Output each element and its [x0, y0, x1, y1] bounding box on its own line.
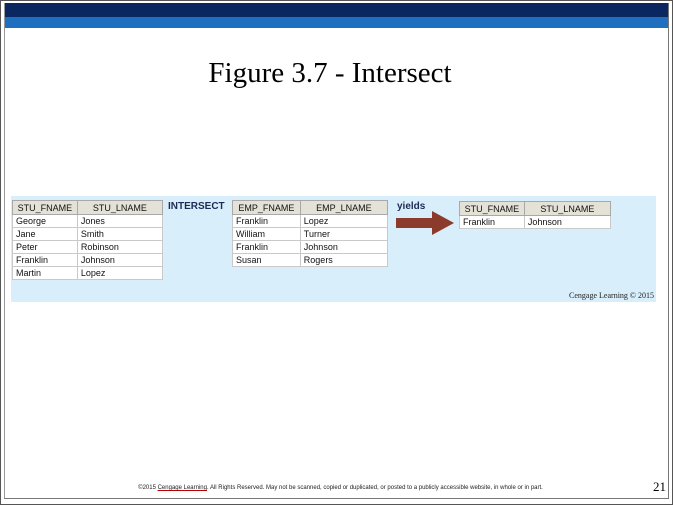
table-cell: Rogers	[299, 253, 389, 267]
image-credit: Cengage Learning © 2015	[569, 291, 654, 300]
table-cell: William	[232, 227, 301, 241]
column-header: EMP_LNAME	[299, 200, 389, 215]
page-number: 21	[653, 479, 666, 494]
table-row: William Turner	[232, 227, 389, 241]
table-cell: Turner	[299, 227, 389, 241]
table-cell: Johnson	[76, 253, 164, 267]
table-header-row: EMP_FNAME EMP_LNAME	[232, 200, 389, 215]
slide-right-border	[668, 3, 669, 498]
table-cell: Jane	[12, 227, 78, 241]
table-row: Jane Smith	[12, 227, 164, 241]
table-row: Peter Robinson	[12, 240, 164, 254]
column-header: STU_FNAME	[459, 201, 525, 216]
column-header: EMP_FNAME	[232, 200, 301, 215]
table-cell: Johnson	[299, 240, 389, 254]
table-cell: Franklin	[12, 253, 78, 267]
table-row: Franklin Johnson	[232, 240, 389, 254]
table-row: George Jones	[12, 214, 164, 228]
table-row: Franklin Johnson	[459, 215, 612, 229]
footer-prefix: ©2015	[138, 485, 158, 491]
result-table: STU_FNAME STU_LNAME Franklin Johnson	[459, 201, 612, 229]
table-cell: Franklin	[459, 215, 525, 229]
column-header: STU_FNAME	[12, 200, 78, 215]
table-row: Martin Lopez	[12, 266, 164, 280]
column-header: STU_LNAME	[76, 200, 164, 215]
table-cell: George	[12, 214, 78, 228]
table-header-row: STU_FNAME STU_LNAME	[12, 200, 164, 215]
intersect-operator-label: INTERSECT	[168, 201, 225, 212]
right-arrow-icon	[396, 211, 454, 235]
slide-header-bar	[4, 3, 668, 17]
slide-bottom-border	[4, 498, 669, 499]
table-cell: Franklin	[232, 214, 301, 228]
table-cell: Peter	[12, 240, 78, 254]
table-cell: Jones	[76, 214, 164, 228]
slide-accent-bar	[4, 17, 668, 28]
table-cell: Johnson	[523, 215, 612, 229]
footer-suffix: . All Rights Reserved. May not be scanne…	[206, 485, 543, 491]
column-header: STU_LNAME	[523, 201, 612, 216]
slide-title: Figure 3.7 - Intersect	[208, 57, 452, 89]
table-cell: Martin	[12, 266, 78, 280]
students-table: STU_FNAME STU_LNAME George Jones Jane Smith P…	[12, 200, 164, 280]
copyright-footer: ©2015 Cengage Learning. All Rights Reser…	[0, 485, 673, 491]
table-cell: Lopez	[299, 214, 389, 228]
footer-brand: Cengage Learning	[157, 485, 207, 491]
employees-table: EMP_FNAME EMP_LNAME Franklin Lopez William T…	[232, 200, 389, 267]
table-cell: Robinson	[76, 240, 164, 254]
table-row: Franklin Lopez	[232, 214, 389, 228]
table-row: Franklin Johnson	[12, 253, 164, 267]
table-cell: Susan	[232, 253, 301, 267]
table-row: Susan Rogers	[232, 253, 389, 267]
table-cell: Franklin	[232, 240, 301, 254]
table-header-row: STU_FNAME STU_LNAME	[459, 201, 612, 216]
table-cell: Smith	[76, 227, 164, 241]
table-cell: Lopez	[76, 266, 164, 280]
